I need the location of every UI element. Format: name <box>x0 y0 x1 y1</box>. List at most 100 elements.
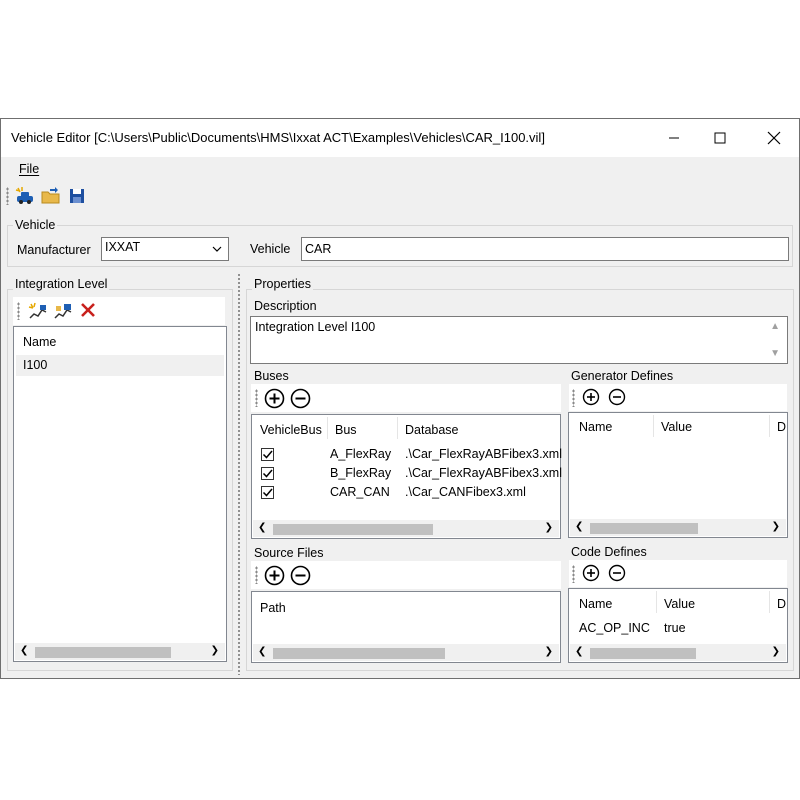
manufacturer-label: Manufacturer <box>17 243 91 257</box>
minus-circle-icon <box>290 565 311 586</box>
description-label: Description <box>254 299 317 313</box>
table-row[interactable]: CAR_CAN .\Car_CANFibex3.xml <box>252 483 560 502</box>
scroll-left-icon[interactable]: ❮ <box>258 646 266 657</box>
minus-circle-icon <box>608 388 626 406</box>
scroll-right-icon[interactable]: ❯ <box>545 646 553 657</box>
column-separator[interactable] <box>397 417 398 439</box>
scroll-left-icon[interactable]: ❮ <box>258 522 266 533</box>
open-button[interactable] <box>41 187 61 208</box>
toolbar-grip[interactable] <box>255 566 258 584</box>
add-generator-define-button[interactable] <box>582 388 600 409</box>
integration-toolbar <box>13 297 225 325</box>
column-separator[interactable] <box>653 415 654 437</box>
toolbar-grip[interactable] <box>572 565 575 583</box>
new-level-icon <box>28 302 47 319</box>
maximize-icon <box>714 132 726 144</box>
delete-icon <box>81 303 95 317</box>
description-textarea[interactable]: Integration Level I100 ▲ ▼ <box>250 316 788 364</box>
minimize-button[interactable] <box>651 119 697 157</box>
toolbar-grip[interactable] <box>6 187 9 205</box>
scrollbar-thumb[interactable] <box>273 524 433 535</box>
column-header-database[interactable]: Database <box>405 423 459 437</box>
menu-file[interactable]: File <box>19 162 39 176</box>
table-row[interactable]: AC_OP_INC true <box>569 618 787 638</box>
vehiclebus-checkbox[interactable] <box>261 467 274 480</box>
add-integration-level-button[interactable] <box>28 302 48 323</box>
manufacturer-value: IXXAT <box>105 240 141 254</box>
list-item[interactable]: I100 <box>16 355 224 376</box>
column-separator[interactable] <box>327 417 328 439</box>
define-name: AC_OP_INC <box>579 621 650 635</box>
scroll-left-icon[interactable]: ❮ <box>20 645 28 656</box>
scroll-right-icon[interactable]: ❯ <box>772 521 780 532</box>
checkmark-icon <box>262 469 273 478</box>
splitter[interactable] <box>237 273 241 675</box>
scroll-left-icon[interactable]: ❮ <box>575 646 583 657</box>
vehiclebus-checkbox[interactable] <box>261 448 274 461</box>
horizontal-scrollbar[interactable]: ❮ ❯ <box>15 643 225 660</box>
source-files-label: Source Files <box>254 546 324 560</box>
menu-bar: File <box>1 157 799 181</box>
column-header-value[interactable]: Value <box>661 420 692 434</box>
column-header-name[interactable]: Name <box>579 597 612 611</box>
toolbar-grip[interactable] <box>17 302 20 320</box>
toolbar-grip[interactable] <box>572 389 575 407</box>
scrollbar-thumb[interactable] <box>590 523 698 534</box>
vehicle-label: Vehicle <box>250 242 291 256</box>
horizontal-scrollbar[interactable]: ❮ ❯ <box>570 519 786 536</box>
column-header-name[interactable]: Name <box>579 420 612 434</box>
column-separator[interactable] <box>769 591 770 613</box>
scroll-right-icon[interactable]: ❯ <box>772 646 780 657</box>
horizontal-scrollbar[interactable]: ❮ ❯ <box>253 644 559 661</box>
save-button[interactable] <box>68 187 86 208</box>
delete-integration-level-button[interactable] <box>79 301 97 322</box>
table-row[interactable]: A_FlexRay .\Car_FlexRayABFibex3.xml <box>252 445 562 464</box>
scroll-right-icon[interactable]: ❯ <box>211 645 219 656</box>
column-header-value[interactable]: Value <box>664 597 695 611</box>
column-header-path[interactable]: Path <box>260 601 286 615</box>
scrollbar-thumb[interactable] <box>590 648 696 659</box>
close-button[interactable] <box>751 119 797 157</box>
scroll-left-icon[interactable]: ❮ <box>575 521 583 532</box>
scroll-up-icon[interactable]: ▲ <box>770 321 780 332</box>
new-vehicle-button[interactable] <box>15 187 35 208</box>
vehicle-name-input[interactable]: CAR <box>301 237 789 261</box>
copy-integration-level-button[interactable] <box>53 302 73 323</box>
add-code-define-button[interactable] <box>582 564 600 585</box>
remove-generator-define-button[interactable] <box>608 388 626 409</box>
column-separator[interactable] <box>656 591 657 613</box>
column-separator[interactable] <box>769 415 770 437</box>
add-bus-button[interactable] <box>264 388 285 412</box>
source-files-table: Path ❮ ❯ <box>251 591 561 663</box>
new-vehicle-icon <box>15 187 33 204</box>
horizontal-scrollbar[interactable]: ❮ ❯ <box>570 644 786 661</box>
manufacturer-select[interactable]: IXXAT <box>101 237 229 261</box>
toolbar-grip[interactable] <box>255 389 258 407</box>
main-toolbar <box>1 181 799 211</box>
maximize-button[interactable] <box>697 119 743 157</box>
scroll-right-icon[interactable]: ❯ <box>545 522 553 533</box>
code-defines-label: Code Defines <box>571 545 647 559</box>
buses-label: Buses <box>254 369 289 383</box>
add-source-file-button[interactable] <box>264 565 285 589</box>
table-row[interactable]: B_FlexRay .\Car_FlexRayABFibex3.xml <box>252 464 562 483</box>
source-files-toolbar <box>251 561 561 589</box>
scrollbar-thumb[interactable] <box>35 647 171 658</box>
buses-table: VehicleBus Bus Database A_FlexRay .\Car_… <box>251 414 562 539</box>
vehiclebus-checkbox[interactable] <box>261 486 274 499</box>
column-header-description[interactable]: D <box>777 597 786 611</box>
column-header-description[interactable]: D <box>777 420 786 434</box>
remove-source-file-button[interactable] <box>290 565 311 589</box>
scrollbar-thumb[interactable] <box>273 648 445 659</box>
plus-circle-icon <box>264 388 285 409</box>
column-header-vehiclebus[interactable]: VehicleBus <box>260 423 322 437</box>
bus-name: A_FlexRay <box>330 447 392 461</box>
scroll-down-icon[interactable]: ▼ <box>770 348 780 359</box>
horizontal-scrollbar[interactable]: ❮ ❯ <box>253 520 559 537</box>
remove-code-define-button[interactable] <box>608 564 626 585</box>
list-item-label: I100 <box>23 358 48 372</box>
column-header-name[interactable]: Name <box>23 335 56 349</box>
column-header-bus[interactable]: Bus <box>335 423 357 437</box>
remove-bus-button[interactable] <box>290 388 311 412</box>
vehicle-group-label: Vehicle <box>13 218 58 232</box>
